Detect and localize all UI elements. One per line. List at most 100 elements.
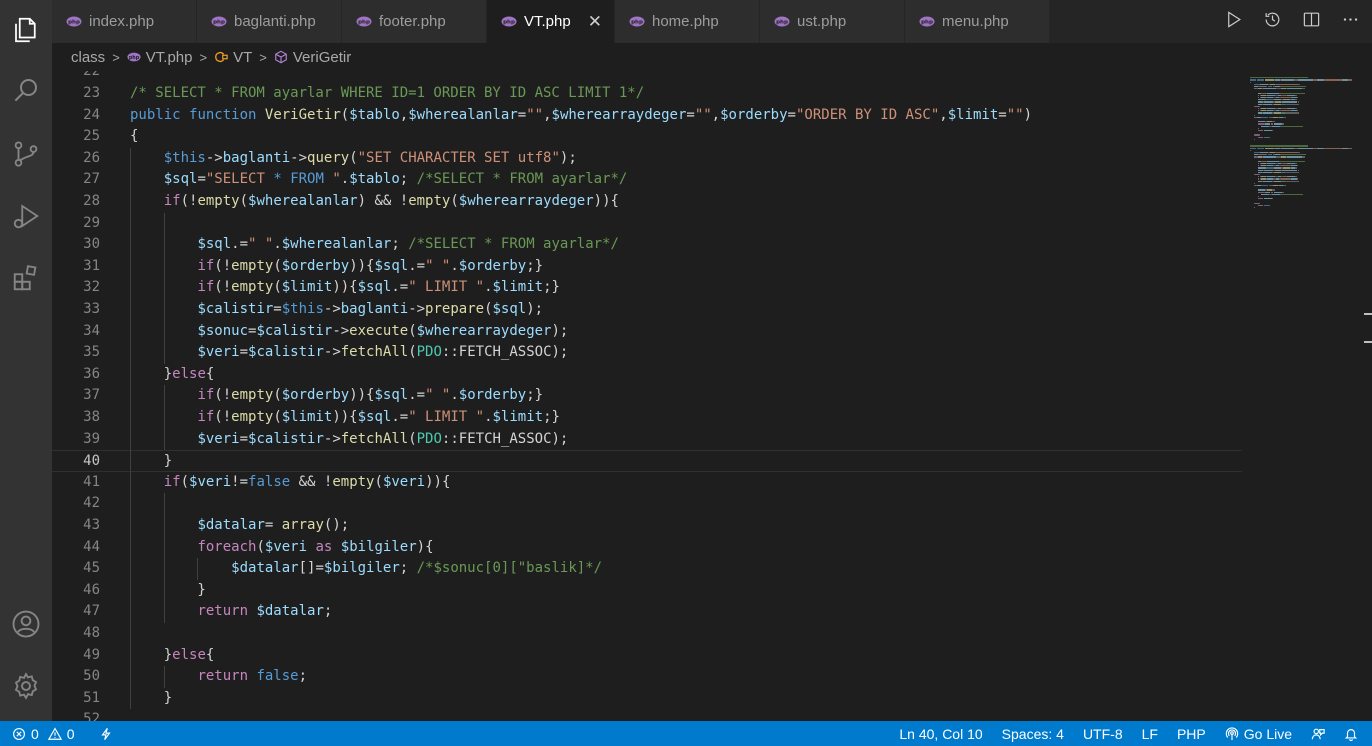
editor-actions [1224, 0, 1360, 43]
explorer-icon[interactable] [6, 10, 46, 50]
code-token: $wherearraydeger [458, 193, 594, 209]
code-token: []= [298, 560, 324, 577]
split-editor-icon[interactable] [1302, 10, 1321, 34]
code-text: $veri=$calistir->fetchAll(PDO::FETCH_ASS… [130, 429, 568, 451]
code-token: " LIMIT " [408, 409, 485, 425]
code-line[interactable]: 39 $veri=$calistir->fetchAll(PDO::FETCH_… [52, 429, 1242, 451]
close-icon[interactable]: ✕ [588, 12, 602, 32]
go-live-label: Go Live [1243, 725, 1292, 742]
vertical-scrollbar[interactable] [1360, 71, 1372, 721]
more-actions-icon[interactable] [1341, 10, 1360, 34]
breadcrumb-file[interactable]: VT.php [146, 49, 193, 66]
go-live-button[interactable]: Go Live [1225, 726, 1292, 742]
code-token: public [130, 106, 181, 123]
run-icon[interactable] [1224, 10, 1243, 34]
tab-baglanti[interactable]: php baglanti.php [197, 0, 342, 43]
accounts-icon[interactable] [6, 604, 46, 644]
code-line[interactable]: 37 if(!empty($orderby)){$sql.=" ".$order… [52, 385, 1242, 407]
breadcrumb-class[interactable]: VT [233, 49, 252, 66]
code-line[interactable]: 27 $sql="SELECT * FROM ".$tablo; /*SELEC… [52, 169, 1242, 191]
minimap-segment [1282, 123, 1285, 125]
source-control-icon[interactable] [6, 134, 46, 174]
code-line[interactable]: 29 [52, 213, 1242, 235]
problems-indicator[interactable]: 0 0 [12, 726, 75, 742]
code-line[interactable]: 44 foreach($veri as $bilgiler){ [52, 537, 1242, 559]
minimap-segment [1282, 169, 1298, 171]
tab-home[interactable]: php home.php [615, 0, 760, 43]
minimap-segment [1283, 167, 1290, 169]
end-of-line[interactable]: LF [1142, 726, 1158, 742]
tab-footer[interactable]: php footer.php [342, 0, 487, 43]
code-line[interactable]: 46 } [52, 580, 1242, 602]
code-line[interactable]: 40 } [52, 450, 1242, 472]
lightning-icon[interactable] [99, 727, 113, 741]
breadcrumb-folder[interactable]: class [71, 49, 105, 66]
code-line[interactable]: 43 $datalar= array(); [52, 515, 1242, 537]
minimap-segment [1253, 114, 1255, 116]
language-mode[interactable]: PHP [1177, 726, 1206, 742]
notifications-bell-icon[interactable] [1344, 727, 1358, 741]
settings-gear-icon[interactable] [6, 666, 46, 706]
tab-vt[interactable]: php VT.php ✕ [487, 0, 615, 43]
minimap-segment [1271, 198, 1273, 200]
minimap-segment [1287, 88, 1303, 90]
code-line[interactable]: 31 if(!empty($orderby)){$sql.=" ".$order… [52, 256, 1242, 278]
code-line[interactable]: 23 /* SELECT * FROM ayarlar WHERE ID=1 OR… [52, 83, 1242, 105]
code-token: " " [425, 387, 451, 404]
minimap-segment [1258, 154, 1267, 156]
minimap[interactable] [1242, 71, 1360, 721]
code-token: { [205, 646, 215, 663]
code-line[interactable]: 22 [52, 71, 1242, 83]
code-line[interactable]: 38 if(!empty($limit)){$sql.=" LIMIT ".$l… [52, 407, 1242, 429]
history-icon[interactable] [1263, 10, 1282, 34]
tab-menu[interactable]: php menu.php [905, 0, 1050, 43]
tab-ust[interactable]: php ust.php [760, 0, 905, 43]
code-text: $this->baglanti->query("SET CHARACTER SE… [130, 148, 577, 170]
code-editor[interactable]: 22 23 /* SELECT * FROM ayarlar WHERE ID=1 … [52, 71, 1242, 721]
code-line[interactable]: 30 $sql.=" ".$wherealanlar; /*SELECT * F… [52, 234, 1242, 256]
code-token: ; [391, 236, 409, 253]
code-token: function [189, 106, 257, 123]
code-line[interactable]: 32 if(!empty($limit)){$sql.=" LIMIT ".$l… [52, 277, 1242, 299]
minimap-segment [1257, 130, 1264, 132]
code-line[interactable]: 47 return $datalar; [52, 601, 1242, 623]
extensions-icon[interactable] [6, 258, 46, 298]
code-line[interactable]: 24 public function VeriGetir($tablo,$wher… [52, 105, 1242, 127]
code-line[interactable]: 42 [52, 493, 1242, 515]
code-token: " " [425, 257, 451, 274]
code-token: $sql [197, 236, 232, 253]
code-line[interactable]: 36 }else{ [52, 364, 1242, 386]
code-token: $wherearraydeger [551, 106, 687, 123]
chevron-right-icon: > [259, 49, 267, 65]
code-line[interactable]: 52 [52, 709, 1242, 721]
breadcrumb-method[interactable]: VeriGetir [293, 49, 351, 66]
code-line[interactable]: 45 $datalar[]=$bilgiler; /*$sonuc[0]["ba… [52, 558, 1242, 580]
file-encoding[interactable]: UTF-8 [1083, 726, 1123, 742]
code-token: (! [214, 279, 232, 296]
code-line[interactable]: 34 $sonuc=$calistir->execute($wherearray… [52, 321, 1242, 343]
code-line[interactable]: 33 $calistir=$this->baglanti->prepare($s… [52, 299, 1242, 321]
line-number: 32 [83, 279, 100, 296]
code-line[interactable]: 41 if($veri!=false && !empty($veri)){ [52, 472, 1242, 494]
code-line[interactable]: 50 return false; [52, 666, 1242, 688]
line-number: 43 [83, 517, 100, 533]
feedback-icon[interactable] [1311, 727, 1325, 741]
run-debug-icon[interactable] [6, 196, 46, 236]
code-token: $limit [281, 409, 333, 425]
search-icon[interactable] [6, 70, 46, 110]
code-line[interactable]: 25 { [52, 126, 1242, 148]
indentation[interactable]: Spaces: 4 [1002, 726, 1064, 742]
minimap-segment [1266, 86, 1268, 88]
code-line[interactable]: 48 [52, 623, 1242, 645]
code-line[interactable]: 35 $veri=$calistir->fetchAll(PDO::FETCH_… [52, 342, 1242, 364]
code-line[interactable]: 28 if(!empty($wherealanlar) && !empty($w… [52, 191, 1242, 213]
code-line[interactable]: 26 $this->baglanti->query("SET CHARACTER… [52, 148, 1242, 170]
code-line[interactable]: 49 }else{ [52, 645, 1242, 667]
code-text: if($veri!=false && !empty($veri)){ [130, 472, 451, 494]
code-token: , [399, 106, 409, 123]
minimap-segment [1281, 110, 1290, 112]
tab-index[interactable]: php index.php [52, 0, 197, 43]
cursor-position[interactable]: Ln 40, Col 10 [899, 726, 982, 742]
code-line[interactable]: 51 } [52, 688, 1242, 710]
line-number: 31 [83, 257, 100, 274]
